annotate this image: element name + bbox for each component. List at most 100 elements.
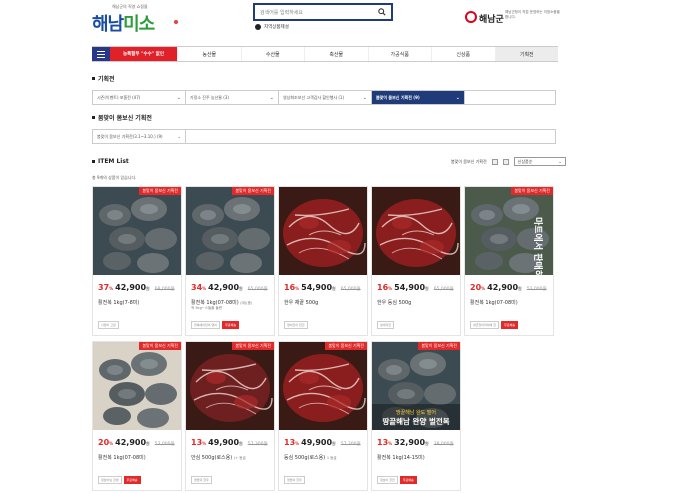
product-thumb[interactable] bbox=[186, 187, 274, 275]
nav-item-special[interactable]: 기획전 bbox=[494, 47, 558, 61]
grid-view-icon[interactable] bbox=[491, 158, 498, 165]
sale-price: 42,900원 bbox=[115, 283, 150, 292]
promo-badge: 봄맞이 몸보신 기획전 bbox=[325, 342, 367, 350]
item-count: 총 9개의 상품이 있습니다. bbox=[92, 175, 137, 180]
product-tags: 성세각진 bbox=[377, 321, 395, 329]
discount-rate: 16% bbox=[284, 283, 300, 292]
nav-item-agri[interactable]: 농산물 bbox=[177, 47, 241, 61]
original-price: 65,000원 bbox=[247, 287, 268, 292]
seller-tag: 전복에이당의 영이 bbox=[191, 321, 221, 329]
menu-icon bbox=[97, 53, 105, 55]
nav-item-livestock[interactable]: 축산물 bbox=[304, 47, 368, 61]
svg-text:마트에서 판매하기: 마트에서 판매하기 bbox=[532, 217, 544, 275]
bullet-icon bbox=[92, 77, 95, 80]
logo-dot bbox=[174, 20, 178, 24]
product-thumb[interactable] bbox=[279, 187, 367, 275]
filter-tab-1[interactable]: 시즌(이벤트) 포홈전 (47) ⌄ bbox=[93, 91, 186, 104]
product-card[interactable]: 16% 54,900원 65,000원 한우 채끝 500g 영이진이 천건 bbox=[278, 186, 368, 336]
nav-item-processed[interactable]: 가공식품 bbox=[367, 47, 432, 61]
search-box[interactable]: 검색어를 입력하세요 bbox=[253, 3, 393, 21]
discount-rate: 16% bbox=[377, 283, 393, 292]
free-shipping-badge: 무료배송 bbox=[222, 321, 240, 329]
product-name[interactable]: 활전복 1kg(07-08미) bbox=[470, 299, 518, 306]
seller-tag: 사정이 고장 bbox=[98, 321, 119, 329]
section-title-spring: 봄맞이 몸보신 기획전 bbox=[92, 113, 152, 122]
sub-filter-tab[interactable]: 봄맞이 몸보신 기획전(3.1~3.10.) (9) ⌄ bbox=[93, 130, 186, 143]
product-tags: 영업의 한우 bbox=[284, 476, 305, 484]
product-card[interactable]: 봄맞이 몸보신 기획전 13% 49,900원 57,300원 안심 500g(… bbox=[185, 341, 275, 491]
filter-tab-3[interactable]: 영상화조보선 고객감사 할인행사 (1) ⌄ bbox=[279, 91, 372, 104]
product-card[interactable]: 땅끝해남 완도 떨어 땅끝해남 완양 벌전복 봄맞이 몸보신 기획전 13% 3… bbox=[371, 341, 461, 491]
seller-tag: 영업의 한우 bbox=[284, 476, 305, 484]
original-price: 57,300원 bbox=[340, 442, 361, 447]
beef-image bbox=[372, 187, 460, 275]
product-tags: 영이진이 천건 bbox=[284, 321, 308, 329]
promo-badge: 봄맞이 몸보신 기획전 bbox=[232, 342, 274, 350]
seller-tag: 성세각진 bbox=[377, 321, 395, 329]
site-logo[interactable]: 해남군의 직영 쇼핑몰 해남미소 bbox=[92, 4, 182, 36]
menu-icon bbox=[97, 56, 105, 58]
nav-item-marine[interactable]: 수산물 bbox=[240, 47, 305, 61]
sale-price: 49,900원 bbox=[208, 438, 243, 447]
product-name[interactable]: 활전복 1kg(7-8미) bbox=[98, 299, 139, 306]
product-name[interactable]: 등심 500g(로스용) 1 동급 bbox=[284, 454, 337, 461]
product-thumb[interactable] bbox=[372, 187, 460, 275]
sort-select[interactable]: 신상품순 ⌄ bbox=[513, 157, 566, 166]
county-logo[interactable]: 해남군 해남군청이 직접 운영하는 지방소중을 합니다. bbox=[465, 10, 565, 30]
logo-text: 해남미소 bbox=[92, 10, 155, 36]
beef-image bbox=[279, 342, 367, 430]
price-line: 16% 54,900원 65,000원 bbox=[377, 283, 454, 292]
bullet-icon bbox=[92, 160, 95, 163]
product-name[interactable]: 한우 등심 500g bbox=[377, 299, 411, 306]
product-card[interactable]: 16% 54,900원 65,000원 한우 등심 500g 성세각진 bbox=[371, 186, 461, 336]
filter-tab-4[interactable]: 봄맞이 몸보신 기획전 (9) ⌄ bbox=[372, 91, 465, 104]
product-card[interactable]: 봄맞이 몸보신 기획전 34% 42,900원 65,000원 활전복 1kg(… bbox=[185, 186, 275, 336]
original-price: 65,000원 bbox=[433, 287, 454, 292]
product-tags: 영업의 한우 bbox=[191, 476, 212, 484]
filter-tab-2[interactable]: 가정소 진주 농산물 (3) ⌄ bbox=[186, 91, 279, 104]
nav-item-new[interactable]: 신상품 bbox=[431, 47, 495, 61]
original-price: 53,000원 bbox=[154, 442, 175, 447]
product-thumb[interactable]: 땅끝해남 완도 떨어 땅끝해남 완양 벌전복 bbox=[372, 342, 460, 430]
price-line: 16% 54,900원 65,000원 bbox=[284, 283, 361, 292]
abalone-image bbox=[93, 342, 181, 430]
product-thumb[interactable]: 마트에서 판매하기 bbox=[465, 187, 553, 275]
chevron-down-icon: ⌄ bbox=[558, 159, 562, 164]
product-name[interactable]: 활전복 1kg(14-15미) bbox=[377, 454, 425, 461]
price-line: 20% 42,900원 53,000원 bbox=[470, 283, 547, 292]
filter-label: 가정소 진주 농산물 (3) bbox=[190, 94, 229, 100]
sale-price: 49,900원 bbox=[301, 438, 336, 447]
special-filter-bar: 시즌(이벤트) 포홈전 (47) ⌄ 가정소 진주 농산물 (3) ⌄ 영상화조보선… bbox=[92, 90, 556, 105]
product-thumb[interactable] bbox=[93, 342, 181, 430]
product-subtitle: 적 5kg~스들을 돌렸 bbox=[191, 306, 222, 310]
product-card[interactable]: 마트에서 판매하기 봄맞이 몸보신 기획전 20% 42,900원 53,000… bbox=[464, 186, 554, 336]
sort-label: 봄맞이 몸보신 기획전 bbox=[451, 158, 487, 164]
section-title-special: 기획전 bbox=[92, 74, 115, 83]
product-thumb[interactable] bbox=[279, 342, 367, 430]
product-name[interactable]: 한우 채끝 500g bbox=[284, 299, 318, 306]
beef-image bbox=[186, 342, 274, 430]
promo-link[interactable]: 농특할부 "수수" 없인 bbox=[110, 47, 177, 61]
product-name[interactable]: 활전복 1kg(07-08미) bbox=[98, 454, 146, 461]
product-name[interactable]: 안심 500g(로스용) (+ 동급 bbox=[191, 454, 246, 461]
search-input[interactable]: 검색어를 입력하세요 bbox=[260, 9, 303, 16]
region-link[interactable]: 지역상품제설 bbox=[255, 24, 289, 30]
product-card[interactable]: 봄맞이 몸보신 기획전 20% 42,900원 53,000원 활전복 1kg(… bbox=[92, 341, 182, 491]
product-thumb[interactable] bbox=[93, 187, 181, 275]
menu-button[interactable] bbox=[92, 47, 110, 61]
product-tags: 사정이 고장 bbox=[98, 321, 119, 329]
list-view-icon[interactable] bbox=[502, 158, 509, 165]
discount-rate: 37% bbox=[98, 283, 114, 292]
product-card[interactable]: 봄맞이 몸보신 기획전 13% 49,900원 57,300원 등심 500g(… bbox=[278, 341, 368, 491]
product-thumb[interactable] bbox=[186, 342, 274, 430]
sale-price: 42,900원 bbox=[115, 438, 150, 447]
sort-bar: 봄맞이 몸보신 기획전 신상품순 ⌄ bbox=[451, 157, 566, 166]
product-name[interactable]: 활전복 1kg(07-08미) (대)(중) bbox=[191, 299, 252, 306]
search-icon[interactable] bbox=[378, 8, 386, 16]
product-tags: 내군전이마이에 한 무료배송 bbox=[470, 321, 519, 329]
chevron-down-icon: ⌄ bbox=[177, 134, 181, 139]
price-line: 37% 42,900원 68,000원 bbox=[98, 283, 175, 292]
product-card[interactable]: 봄맞이 몸보신 기획전 37% 42,900원 68,000원 활전복 1kg(… bbox=[92, 186, 182, 336]
free-shipping-badge: 무료배송 bbox=[399, 476, 417, 484]
sale-price: 42,900원 bbox=[487, 283, 522, 292]
